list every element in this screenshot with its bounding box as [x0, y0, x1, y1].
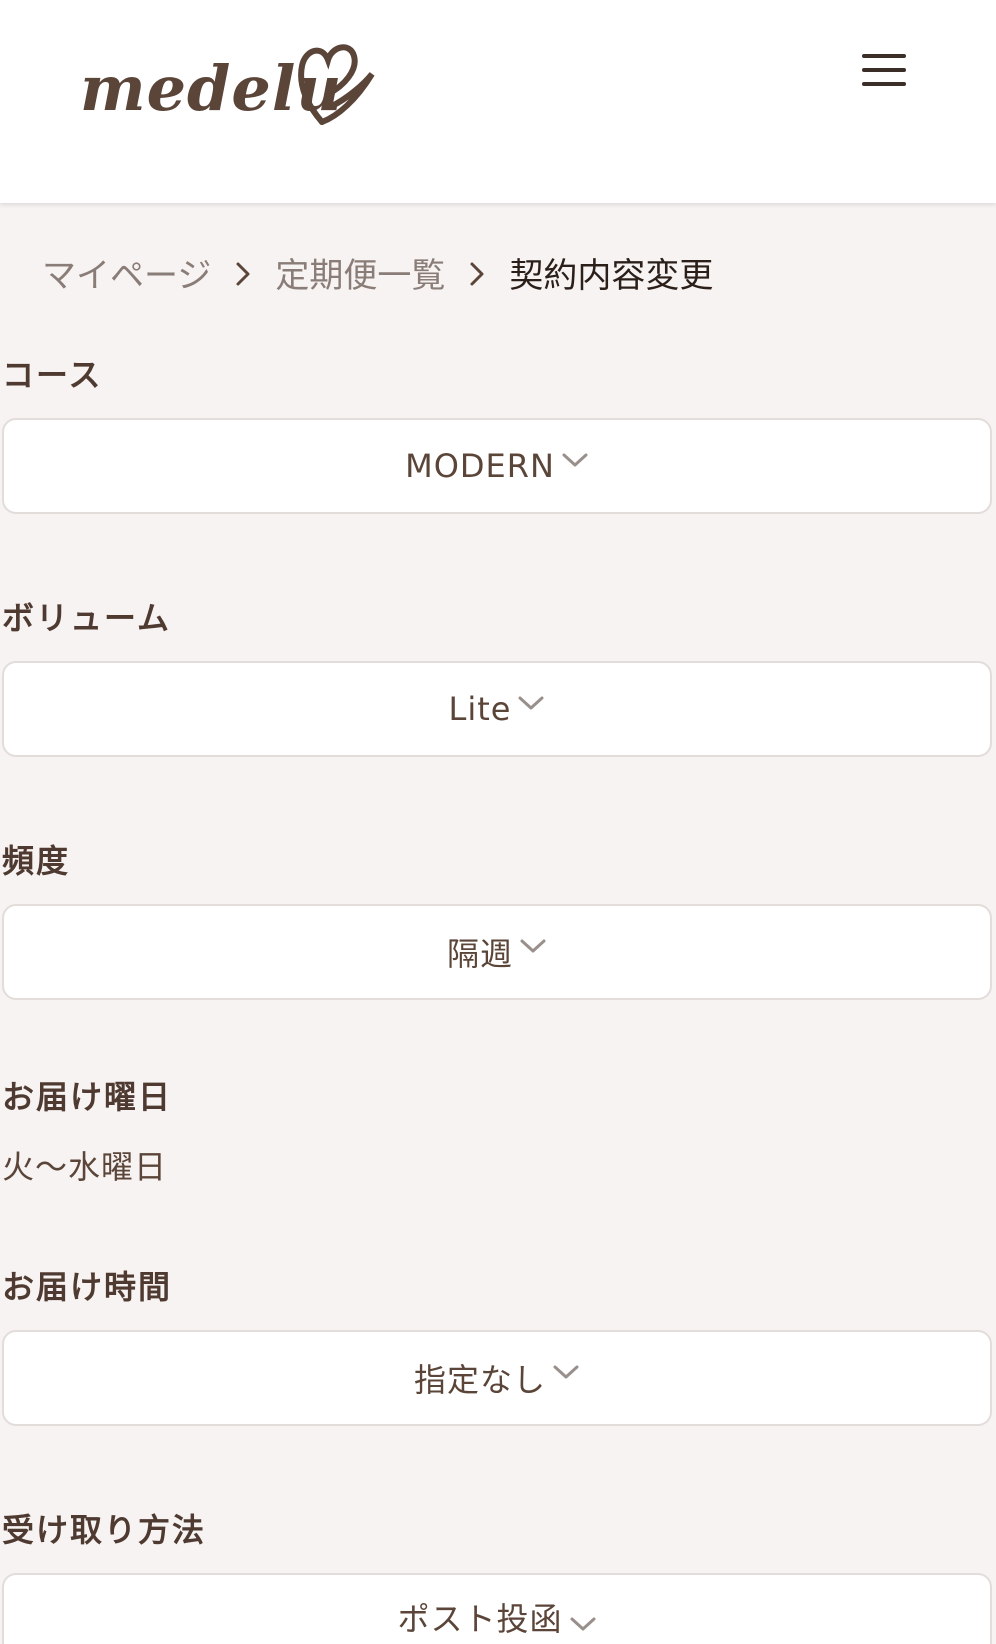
chevron-right-icon — [211, 252, 275, 292]
medelu-logo[interactable]: medelu — [80, 34, 380, 134]
receive-method-select[interactable]: ポスト投函 — [2, 1573, 992, 1644]
frequency-label: 頻度 — [2, 842, 71, 880]
delivery-day-value: 火〜水曜日 — [2, 1148, 168, 1186]
frequency-select[interactable]: 隔週 — [2, 904, 992, 1000]
volume-label: ボリューム — [2, 599, 172, 637]
hamburger-menu-icon[interactable] — [858, 50, 910, 92]
frequency-value: 隔週 — [446, 935, 513, 973]
heart-logo-icon — [298, 44, 375, 125]
menu-line — [862, 82, 906, 86]
chevron-down-icon — [553, 1365, 579, 1379]
menu-line — [862, 54, 906, 58]
course-label: コース — [2, 356, 103, 394]
volume-select[interactable]: Lite — [2, 661, 992, 757]
menu-line — [862, 68, 906, 72]
course-value: MODERN — [405, 447, 555, 485]
chevron-down-icon — [518, 696, 544, 710]
receive-method-label: 受け取り方法 — [2, 1511, 207, 1549]
delivery-day-label: お届け曜日 — [2, 1078, 173, 1116]
breadcrumb: マイページ 定期便一覧 契約内容変更 — [42, 248, 713, 296]
chevron-down-icon — [562, 453, 588, 467]
breadcrumb-subscription-list[interactable]: 定期便一覧 — [275, 248, 445, 297]
chevron-down-icon — [570, 1617, 595, 1631]
breadcrumb-mypage[interactable]: マイページ — [42, 248, 211, 297]
breadcrumb-current: 契約内容変更 — [509, 255, 714, 296]
app-header: medelu — [0, 0, 996, 203]
delivery-time-select[interactable]: 指定なし — [2, 1330, 992, 1426]
course-select[interactable]: MODERN — [2, 418, 992, 514]
chevron-down-icon — [520, 939, 546, 953]
delivery-time-label: お届け時間 — [2, 1268, 173, 1306]
chevron-right-icon — [445, 252, 509, 292]
receive-method-value: ポスト投函 — [397, 1600, 563, 1638]
delivery-time-value: 指定なし — [413, 1361, 546, 1399]
volume-value: Lite — [448, 690, 512, 728]
